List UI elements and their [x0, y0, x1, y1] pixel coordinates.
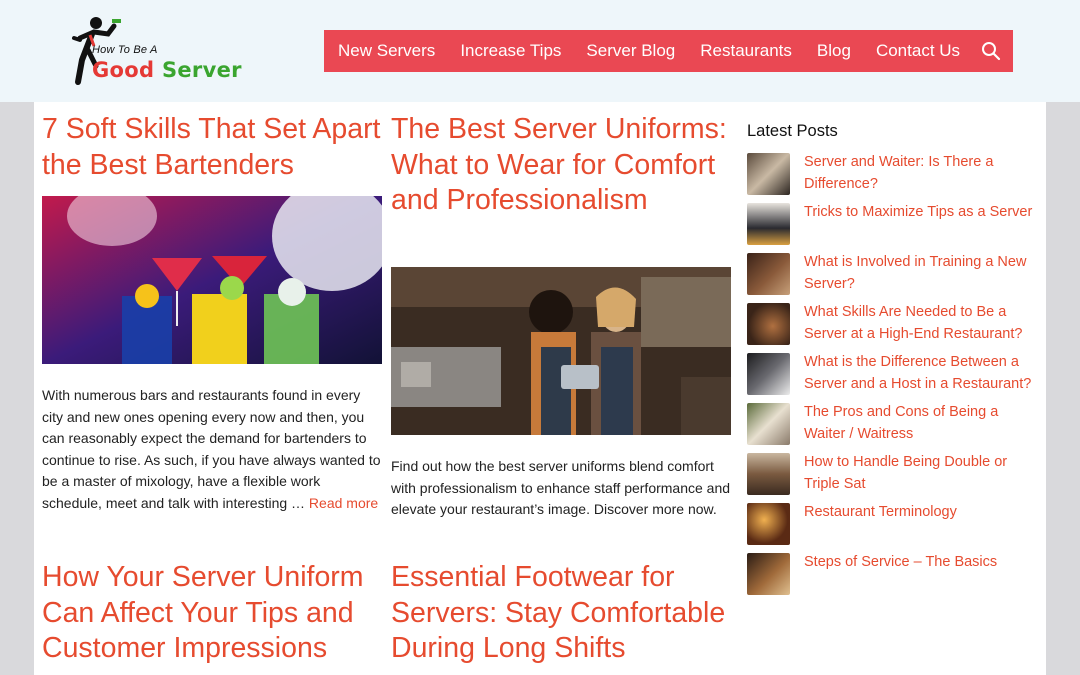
sidebar-title: Latest Posts — [747, 122, 838, 140]
post-thumbnail[interactable] — [747, 453, 790, 495]
article-card: Essential Footwear for Servers: Stay Com… — [391, 560, 733, 667]
article-card: How Your Server Uniform Can Affect Your … — [42, 560, 384, 667]
read-more-link[interactable]: Read more — [309, 495, 378, 511]
latest-post-item[interactable]: Steps of Service – The Basics — [747, 553, 1037, 597]
article-title[interactable]: The Best Server Uniforms: What to Wear f… — [391, 112, 733, 219]
post-title-link[interactable]: Steps of Service – The Basics — [804, 552, 1036, 574]
nav-server-blog[interactable]: Server Blog — [586, 41, 675, 61]
article-excerpt: Find out how the best server uniforms bl… — [391, 458, 731, 517]
post-thumbnail[interactable] — [747, 503, 790, 545]
latest-post-item[interactable]: Restaurant Terminology — [747, 503, 1037, 547]
post-title-link[interactable]: What Skills Are Needed to Be a Server at… — [804, 302, 1036, 345]
article-title[interactable]: Essential Footwear for Servers: Stay Com… — [391, 560, 733, 667]
latest-post-item[interactable]: Server and Waiter: Is There a Difference… — [747, 153, 1037, 197]
post-thumbnail[interactable] — [747, 553, 790, 595]
site-logo[interactable]: How To Be A Good Server — [68, 16, 248, 88]
post-thumbnail[interactable] — [747, 303, 790, 345]
main-nav: New Servers Increase Tips Server Blog Re… — [324, 30, 1013, 72]
nav-restaurants[interactable]: Restaurants — [700, 41, 792, 61]
article-image-cocktails[interactable] — [42, 196, 382, 364]
latest-post-item[interactable]: What is Involved in Training a New Serve… — [747, 253, 1037, 297]
post-title-link[interactable]: What is Involved in Training a New Serve… — [804, 252, 1036, 295]
article-excerpt-text: With numerous bars and restaurants found… — [42, 387, 381, 511]
logo-name: Good Server — [92, 58, 242, 82]
article-card: The Best Server Uniforms: What to Wear f… — [391, 112, 733, 219]
logo-word-good: Good — [92, 58, 155, 82]
article-excerpt-block: Find out how the best server uniforms bl… — [391, 456, 733, 521]
post-title-link[interactable]: Tricks to Maximize Tips as a Server — [804, 202, 1036, 224]
post-thumbnail[interactable] — [747, 203, 790, 245]
post-thumbnail[interactable] — [747, 353, 790, 395]
latest-post-item[interactable]: What Skills Are Needed to Be a Server at… — [747, 303, 1037, 347]
nav-new-servers[interactable]: New Servers — [338, 41, 435, 61]
site-header: How To Be A Good Server New Servers Incr… — [0, 0, 1080, 102]
nav-contact-us[interactable]: Contact Us — [876, 41, 960, 61]
article-card: 7 Soft Skills That Set Apart the Best Ba… — [42, 112, 384, 183]
logo-word-server: Server — [161, 58, 242, 82]
search-icon[interactable] — [981, 41, 1001, 61]
latest-post-item[interactable]: Tricks to Maximize Tips as a Server — [747, 203, 1037, 247]
nav-blog[interactable]: Blog — [817, 41, 851, 61]
article-excerpt-block: With numerous bars and restaurants found… — [42, 385, 384, 514]
latest-post-item[interactable]: The Pros and Cons of Being a Waiter / Wa… — [747, 403, 1037, 447]
post-title-link[interactable]: What is the Difference Between a Server … — [804, 352, 1036, 395]
article-title[interactable]: How Your Server Uniform Can Affect Your … — [42, 560, 384, 667]
post-title-link[interactable]: Restaurant Terminology — [804, 502, 1036, 524]
nav-increase-tips[interactable]: Increase Tips — [460, 41, 561, 61]
article-title[interactable]: 7 Soft Skills That Set Apart the Best Ba… — [42, 112, 384, 183]
latest-post-item[interactable]: What is the Difference Between a Server … — [747, 353, 1037, 397]
post-thumbnail[interactable] — [747, 253, 790, 295]
post-title-link[interactable]: How to Handle Being Double or Triple Sat — [804, 452, 1036, 495]
article-image-servers[interactable] — [391, 267, 731, 435]
logo-tagline: How To Be A — [92, 44, 158, 56]
latest-post-item[interactable]: How to Handle Being Double or Triple Sat — [747, 453, 1037, 497]
post-title-link[interactable]: Server and Waiter: Is There a Difference… — [804, 152, 1036, 195]
post-thumbnail[interactable] — [747, 153, 790, 195]
post-thumbnail[interactable] — [747, 403, 790, 445]
post-title-link[interactable]: The Pros and Cons of Being a Waiter / Wa… — [804, 402, 1036, 445]
article-excerpt: With numerous bars and restaurants found… — [42, 385, 384, 514]
